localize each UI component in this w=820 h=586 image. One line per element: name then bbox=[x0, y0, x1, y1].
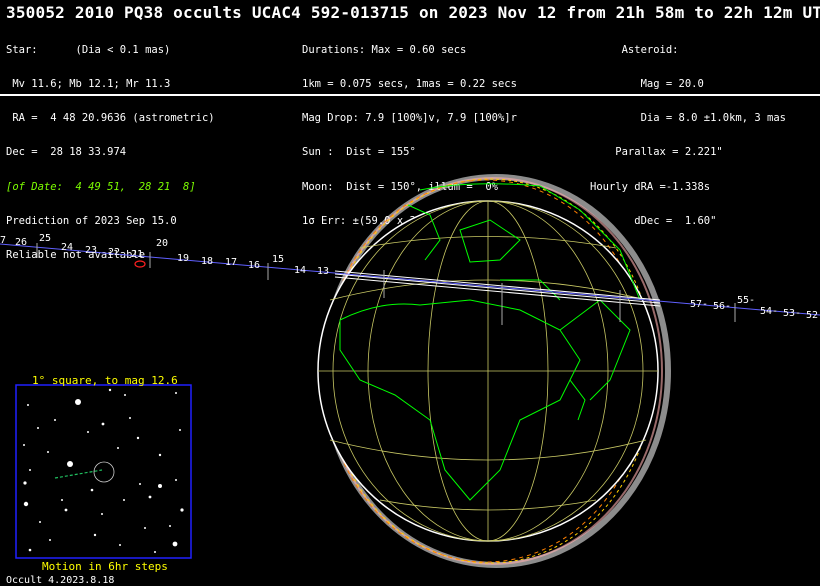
track-label: 7 bbox=[0, 235, 6, 246]
track-label: 53- bbox=[783, 308, 801, 319]
track-label: 23 bbox=[85, 245, 97, 256]
track-label: 14 bbox=[294, 265, 306, 276]
track-label: 52 bbox=[806, 310, 818, 321]
track-label: 22 bbox=[108, 247, 120, 258]
track-label: 19 bbox=[177, 253, 189, 264]
inset-frame bbox=[15, 384, 192, 559]
track-label: 55- bbox=[737, 295, 755, 306]
track-label: 16 bbox=[248, 260, 260, 271]
track-labels-right: 57- 56- 55- 54- 53- 52 bbox=[690, 295, 818, 321]
track-label: 20 bbox=[156, 238, 168, 249]
track-label: 25 bbox=[39, 233, 51, 244]
track-label: 15 bbox=[272, 254, 284, 265]
track-label: 54- bbox=[760, 306, 778, 317]
track-labels-left: 7 26 25 24 23 22 21 20 19 18 17 16 15 14… bbox=[0, 233, 329, 277]
star-chart-inset bbox=[15, 384, 192, 559]
asteroid-position-marker bbox=[134, 260, 146, 268]
track-label: 56- bbox=[713, 301, 731, 312]
inset-footer: Motion in 6hr steps bbox=[42, 560, 168, 573]
inset-title: 1° square, to mag 12.6 bbox=[32, 374, 178, 387]
track-label: 24 bbox=[61, 242, 73, 253]
track-label: 18 bbox=[201, 256, 213, 267]
occultation-map: 7 26 25 24 23 22 21 20 19 18 17 16 15 14… bbox=[0, 174, 820, 568]
version-label: Occult 4.2023.8.18 bbox=[6, 575, 115, 586]
track-label: 17 bbox=[225, 257, 237, 268]
track-label: 13 bbox=[317, 266, 329, 277]
track-label: 26 bbox=[15, 237, 27, 248]
track-label: 57- bbox=[690, 299, 708, 310]
track-label: 21 bbox=[131, 249, 143, 260]
